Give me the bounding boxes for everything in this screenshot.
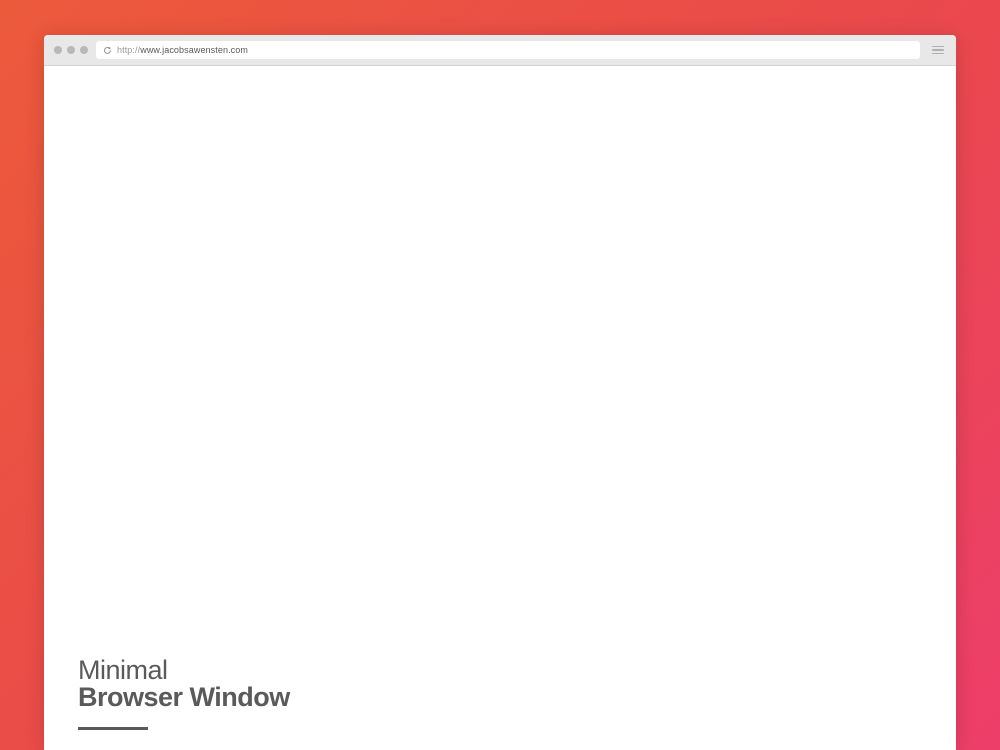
maximize-button[interactable] — [80, 46, 88, 54]
title-line-2: Browser Window — [78, 683, 290, 713]
hamburger-menu-icon[interactable] — [932, 44, 946, 56]
browser-toolbar: http://www.jacobsawensten.com — [44, 35, 956, 66]
close-button[interactable] — [54, 46, 62, 54]
browser-content: Minimal Browser Window — [44, 66, 956, 750]
traffic-lights — [54, 46, 88, 54]
refresh-icon[interactable] — [102, 45, 112, 55]
title-line-1: Minimal — [78, 656, 290, 686]
title-underline — [78, 727, 148, 730]
minimize-button[interactable] — [67, 46, 75, 54]
address-bar[interactable]: http://www.jacobsawensten.com — [96, 41, 920, 59]
url-text: http://www.jacobsawensten.com — [117, 45, 248, 55]
content-title-block: Minimal Browser Window — [78, 656, 290, 730]
browser-window: http://www.jacobsawensten.com Minimal Br… — [44, 35, 956, 750]
